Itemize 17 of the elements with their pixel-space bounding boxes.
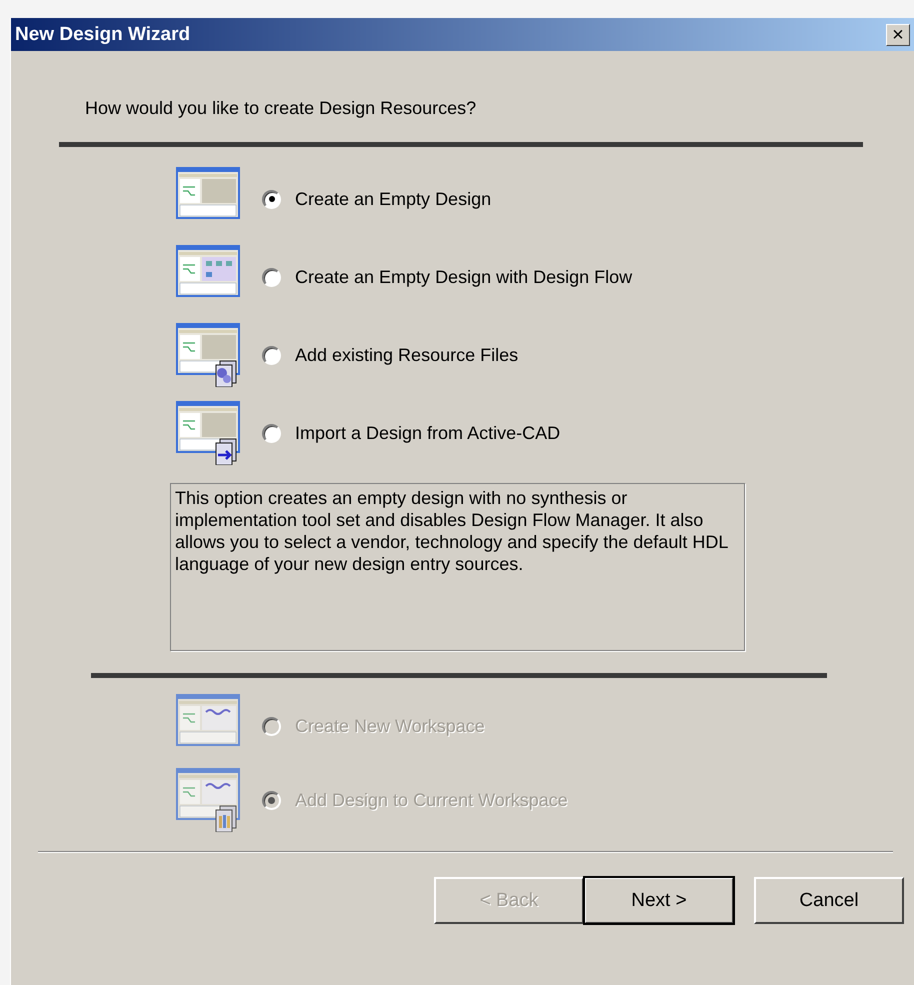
option-label[interactable]: Add existing Resource Files: [295, 344, 518, 366]
option-label[interactable]: Create an Empty Design with Design Flow: [295, 266, 632, 288]
window-import-icon: [176, 401, 240, 465]
radio-button[interactable]: [262, 424, 281, 442]
radio-button[interactable]: [262, 346, 281, 364]
window-title: New Design Wizard: [15, 24, 190, 46]
radio-button[interactable]: [262, 190, 281, 208]
radio-button[interactable]: [262, 268, 281, 286]
close-button[interactable]: ×: [886, 24, 910, 46]
window-books-icon: [176, 768, 240, 832]
dialog-button[interactable]: Next >: [584, 877, 734, 924]
window-files-icon: [176, 323, 240, 387]
option-label[interactable]: Create an Empty Design: [295, 188, 492, 210]
dialog-button[interactable]: Cancel: [754, 877, 904, 924]
question-text: How would you like to create Design Resources?: [85, 98, 478, 119]
option-label[interactable]: Import a Design from Active-CAD: [295, 422, 560, 444]
description-box: This option creates an empty design with no synthesis or implementation tool set and disables Design Flow Manager. It also allows you to select a vendor, technology and specify the default HDL language of your new design entry sources.: [170, 483, 745, 651]
